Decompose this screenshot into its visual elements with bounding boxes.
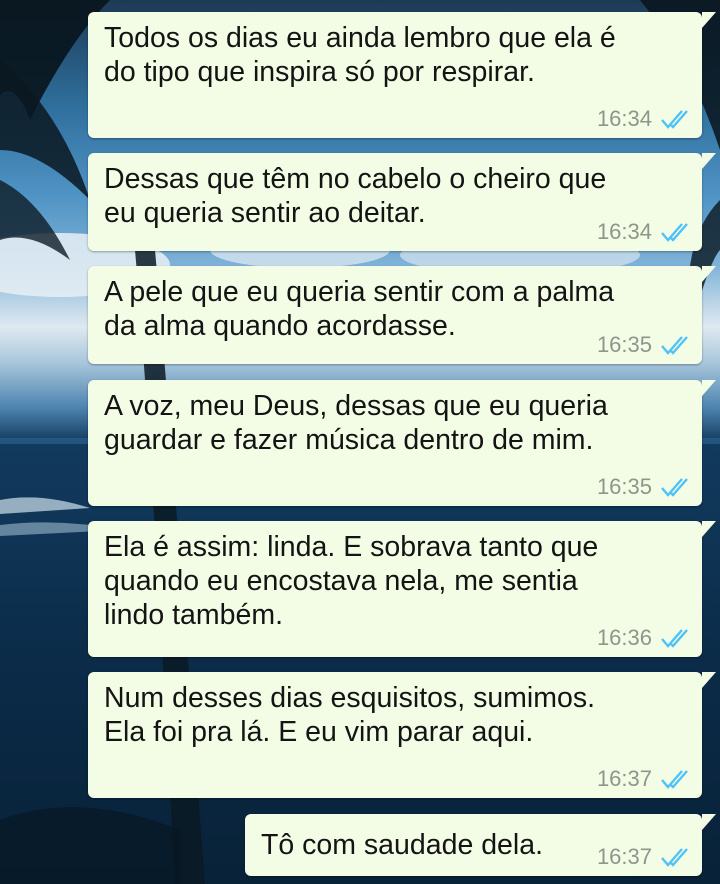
message-time: 16:34 — [596, 219, 652, 244]
message-bubble[interactable]: Tô com saudade dela. 16:37 — [245, 814, 716, 876]
double-check-icon — [661, 223, 688, 242]
message-meta: 16:35 — [597, 474, 690, 500]
double-check-icon — [661, 629, 688, 648]
message-bubble[interactable]: A voz, meu Deus, dessas que eu queria gu… — [88, 380, 716, 506]
double-check-icon — [661, 336, 688, 355]
message-time: 16:36 — [596, 625, 652, 650]
double-check-icon — [661, 848, 688, 867]
message-time: 16:37 — [596, 844, 652, 869]
message-text: A pele que eu queria sentir com a palma … — [104, 276, 615, 342]
message-text: Tô com saudade dela. — [261, 829, 544, 861]
message-bubble[interactable]: A pele que eu queria sentir com a palma … — [88, 266, 716, 364]
message-text: Num desses dias esquisitos, sumimos. Ela… — [104, 682, 596, 748]
message-text: Ela é assim: linda. E sobrava tanto que … — [104, 531, 599, 631]
message-meta: 16:34 — [597, 219, 690, 245]
message-meta: 16:34 — [597, 106, 690, 132]
message-bubble[interactable]: Num desses dias esquisitos, sumimos. Ela… — [88, 672, 716, 798]
message-text: Todos os dias eu ainda lembro que ela é … — [104, 22, 616, 88]
message-text: A voz, meu Deus, dessas que eu queria gu… — [104, 390, 608, 456]
double-check-icon — [661, 478, 688, 497]
message-time: 16:34 — [596, 106, 652, 131]
message-meta: 16:36 — [597, 625, 690, 651]
message-text: Dessas que têm no cabelo o cheiro que eu… — [104, 163, 607, 229]
message-meta: 16:35 — [597, 332, 690, 358]
message-bubble[interactable]: Todos os dias eu ainda lembro que ela é … — [88, 12, 716, 138]
message-meta: 16:37 — [597, 766, 690, 792]
message-bubble[interactable]: Ela é assim: linda. E sobrava tanto que … — [88, 521, 716, 657]
message-time: 16:35 — [596, 474, 652, 499]
message-meta: 16:37 — [597, 844, 690, 870]
message-bubble[interactable]: Dessas que têm no cabelo o cheiro que eu… — [88, 153, 716, 251]
double-check-icon — [661, 110, 688, 129]
double-check-icon — [661, 770, 688, 789]
message-time: 16:37 — [596, 766, 652, 791]
message-time: 16:35 — [596, 332, 652, 357]
